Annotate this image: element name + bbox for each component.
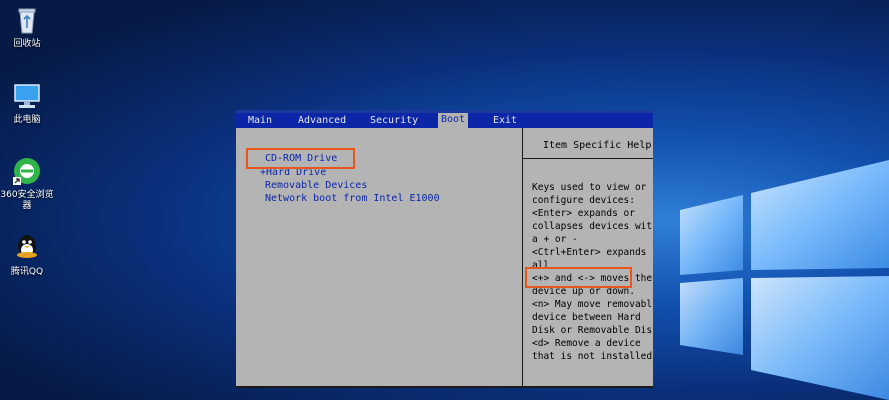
bottom-border <box>236 386 653 388</box>
windows-logo <box>680 160 889 400</box>
help-line: device between Hard <box>532 312 641 323</box>
help-line: <Enter> expands or <box>532 208 635 219</box>
help-line: configure devices: <box>532 195 635 206</box>
menu-boot[interactable]: Boot <box>438 113 469 128</box>
browser-360-icon <box>13 158 40 185</box>
help-line: a + or - <box>532 234 578 245</box>
help-line: <Ctrl+Enter> expands <box>532 247 647 258</box>
help-line: collapses devices with <box>532 221 652 232</box>
desktop-icon-recycle-bin[interactable]: 回收站 <box>0 4 54 50</box>
highlight-box-move-keys <box>525 267 632 288</box>
qq-icon <box>17 235 37 258</box>
recycle-bin-icon <box>18 8 36 34</box>
bios-setup-window: Main Advanced Security Boot Exit CD-ROM … <box>236 110 653 388</box>
menu-advanced[interactable]: Advanced <box>296 115 348 126</box>
desktop-icon-label: 腾讯QQ <box>10 267 44 277</box>
boot-item-removable[interactable]: Removable Devices <box>265 180 367 192</box>
panel-divider <box>522 128 523 388</box>
menu-security[interactable]: Security <box>368 115 420 126</box>
desktop-icon-360-browser[interactable]: 360安全浏览 器 <box>0 155 54 212</box>
help-line: that is not installed. <box>532 351 652 362</box>
bios-menu-bar: Main Advanced Security Boot Exit <box>236 113 653 128</box>
help-title: Item Specific Help <box>543 140 652 151</box>
boot-item-network[interactable]: Network boot from Intel E1000 <box>265 193 440 205</box>
help-line: Disk or Removable Disk <box>532 325 652 336</box>
menu-main[interactable]: Main <box>246 115 274 126</box>
help-header-divider <box>523 158 653 159</box>
desktop-icon-label: 360安全浏览 器 <box>0 190 54 211</box>
desktop-icon-this-pc[interactable]: 此电脑 <box>0 80 54 126</box>
desktop-icon-label: 此电脑 <box>13 115 41 125</box>
desktop-icon-label: 回收站 <box>13 39 41 49</box>
help-line: Keys used to view or <box>532 182 647 193</box>
help-line: <d> Remove a device <box>532 338 641 349</box>
desktop-icon-qq[interactable]: 腾讯QQ <box>0 232 54 278</box>
highlight-box-cdrom <box>246 148 355 169</box>
help-line: <n> May move removable <box>532 299 652 310</box>
menu-exit[interactable]: Exit <box>491 115 519 126</box>
computer-icon <box>14 84 40 108</box>
